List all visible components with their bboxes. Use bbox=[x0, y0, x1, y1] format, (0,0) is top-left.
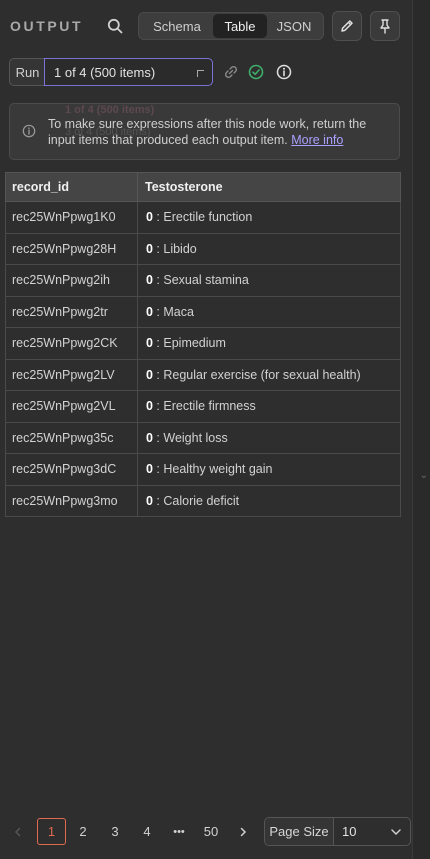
page-2-button[interactable]: 2 bbox=[69, 818, 97, 845]
table-row: rec25WnPpwg35c 0 : Weight loss bbox=[5, 421, 401, 454]
search-button[interactable] bbox=[104, 15, 126, 37]
value-cell[interactable]: 0 : Erectile firmness bbox=[137, 390, 401, 423]
record-id-cell[interactable]: rec25WnPpwg2LV bbox=[5, 358, 138, 391]
edit-output-button[interactable] bbox=[332, 11, 362, 41]
paired-items-banner: 1 of 4 (500 items) 3 of 4 (500 items) To… bbox=[9, 103, 400, 160]
table-row: rec25WnPpwg3mo 0 : Calorie deficit bbox=[5, 484, 401, 517]
search-icon bbox=[107, 18, 123, 34]
adjacent-panel-edge: ⌄ bbox=[412, 0, 430, 859]
check-circle-icon bbox=[248, 64, 264, 80]
run-label: Run bbox=[9, 58, 45, 86]
info-icon bbox=[22, 124, 36, 138]
value-cell[interactable]: 0 : Regular exercise (for sexual health) bbox=[137, 358, 401, 391]
output-table: record_id Testosterone rec25WnPpwg1K0 0 … bbox=[5, 172, 401, 517]
dropdown-corner-icon bbox=[197, 70, 204, 77]
page-size-control: Page Size 10 bbox=[264, 817, 411, 846]
table-row: rec25WnPpwg1K0 0 : Erectile function bbox=[5, 201, 401, 234]
item-value: Epimedium bbox=[163, 336, 226, 351]
record-id-cell[interactable]: rec25WnPpwg35c bbox=[5, 421, 138, 454]
record-id-cell[interactable]: rec25WnPpwg2ih bbox=[5, 264, 138, 297]
tab-schema[interactable]: Schema bbox=[141, 14, 213, 38]
record-id-cell[interactable]: rec25WnPpwg3dC bbox=[5, 453, 138, 486]
value-cell[interactable]: 0 : Sexual stamina bbox=[137, 264, 401, 297]
pin-icon bbox=[380, 19, 390, 34]
item-key: 0 bbox=[146, 367, 153, 382]
table-row: rec25WnPpwg2ih 0 : Sexual stamina bbox=[5, 264, 401, 297]
value-cell[interactable]: 0 : Epimedium bbox=[137, 327, 401, 360]
tab-table[interactable]: Table bbox=[213, 14, 267, 38]
run-select-value: 1 of 4 (500 items) bbox=[54, 64, 156, 80]
page-50-button[interactable]: 50 bbox=[197, 818, 225, 845]
value-cell[interactable]: 0 : Libido bbox=[137, 232, 401, 265]
table-header-row: record_id Testosterone bbox=[5, 172, 401, 202]
record-id-cell[interactable]: rec25WnPpwg1K0 bbox=[5, 201, 138, 234]
item-key: 0 bbox=[146, 493, 153, 508]
pagination: 1 2 3 4 ••• 50 Page Size 10 bbox=[0, 816, 412, 846]
item-value: Weight loss bbox=[163, 430, 228, 445]
table-row: rec25WnPpwg3dC 0 : Healthy weight gain bbox=[5, 453, 401, 486]
record-id-cell[interactable]: rec25WnPpwg2VL bbox=[5, 390, 138, 423]
pin-data-button[interactable] bbox=[370, 11, 400, 41]
column-header-testosterone: Testosterone bbox=[137, 172, 401, 202]
item-value: Sexual stamina bbox=[163, 273, 249, 288]
ghost-dropdown-option: 1 of 4 (500 items) bbox=[65, 104, 155, 116]
column-header-record-id: record_id bbox=[5, 172, 138, 202]
next-page-button[interactable] bbox=[229, 818, 257, 845]
item-key: 0 bbox=[146, 241, 153, 256]
page-3-button[interactable]: 3 bbox=[101, 818, 129, 845]
more-info-link[interactable]: More info bbox=[291, 133, 343, 147]
value-cell[interactable]: 0 : Calorie deficit bbox=[137, 484, 401, 517]
page-1-button[interactable]: 1 bbox=[37, 818, 66, 845]
chevron-left-icon bbox=[14, 827, 21, 836]
item-value: Erectile firmness bbox=[163, 399, 256, 414]
banner-message: To make sure expressions after this node… bbox=[48, 117, 388, 148]
item-value: Libido bbox=[163, 241, 197, 256]
item-key: 0 bbox=[146, 304, 153, 319]
more-pages-ellipsis[interactable]: ••• bbox=[165, 818, 193, 845]
item-key: 0 bbox=[146, 399, 153, 414]
item-key: 0 bbox=[146, 210, 153, 225]
run-select[interactable]: 1 of 4 (500 items) bbox=[44, 58, 213, 86]
panel-header: OUTPUT Schema Table JSON bbox=[0, 10, 412, 42]
table-row: rec25WnPpwg2VL 0 : Erectile firmness bbox=[5, 390, 401, 423]
value-cell[interactable]: 0 : Weight loss bbox=[137, 421, 401, 454]
output-panel: ⌄ OUTPUT Schema Table JSON Run 1 of 4 (5… bbox=[0, 0, 430, 859]
record-id-cell[interactable]: rec25WnPpwg3mo bbox=[5, 484, 138, 517]
item-value: Healthy weight gain bbox=[163, 462, 273, 477]
linking-icon[interactable] bbox=[223, 64, 239, 80]
value-cell[interactable]: 0 : Healthy weight gain bbox=[137, 453, 401, 486]
table-row: rec25WnPpwg2CK 0 : Epimedium bbox=[5, 327, 401, 360]
chevron-down-icon bbox=[391, 829, 401, 836]
pencil-icon bbox=[341, 20, 353, 32]
previous-page-button[interactable] bbox=[4, 818, 32, 845]
table-row: rec25WnPpwg28H 0 : Libido bbox=[5, 232, 401, 265]
page-size-value: 10 bbox=[342, 824, 357, 839]
info-icon[interactable] bbox=[276, 64, 292, 80]
item-value: Erectile function bbox=[163, 210, 253, 225]
table-row: rec25WnPpwg2LV 0 : Regular exercise (for… bbox=[5, 358, 401, 391]
item-key: 0 bbox=[146, 273, 153, 288]
run-selector-row: Run 1 of 4 (500 items) bbox=[9, 58, 309, 86]
page-size-label: Page Size bbox=[265, 818, 334, 845]
record-id-cell[interactable]: rec25WnPpwg2CK bbox=[5, 327, 138, 360]
item-value: Calorie deficit bbox=[163, 493, 240, 508]
page-4-button[interactable]: 4 bbox=[133, 818, 161, 845]
tab-json[interactable]: JSON bbox=[267, 14, 321, 38]
item-key: 0 bbox=[146, 430, 153, 445]
record-id-cell[interactable]: rec25WnPpwg28H bbox=[5, 232, 138, 265]
item-key: 0 bbox=[146, 462, 153, 477]
item-value: Maca bbox=[163, 304, 194, 319]
value-cell[interactable]: 0 : Maca bbox=[137, 295, 401, 328]
chevron-right-icon bbox=[240, 827, 247, 836]
panel-title: OUTPUT bbox=[10, 18, 84, 34]
item-key: 0 bbox=[146, 336, 153, 351]
item-value: Regular exercise (for sexual health) bbox=[163, 367, 361, 382]
value-cell[interactable]: 0 : Erectile function bbox=[137, 201, 401, 234]
record-id-cell[interactable]: rec25WnPpwg2tr bbox=[5, 295, 138, 328]
chevron-down-icon: ⌄ bbox=[419, 470, 428, 481]
view-mode-toggle: Schema Table JSON bbox=[138, 12, 324, 40]
table-row: rec25WnPpwg2tr 0 : Maca bbox=[5, 295, 401, 328]
page-size-select[interactable]: 10 bbox=[334, 818, 410, 845]
